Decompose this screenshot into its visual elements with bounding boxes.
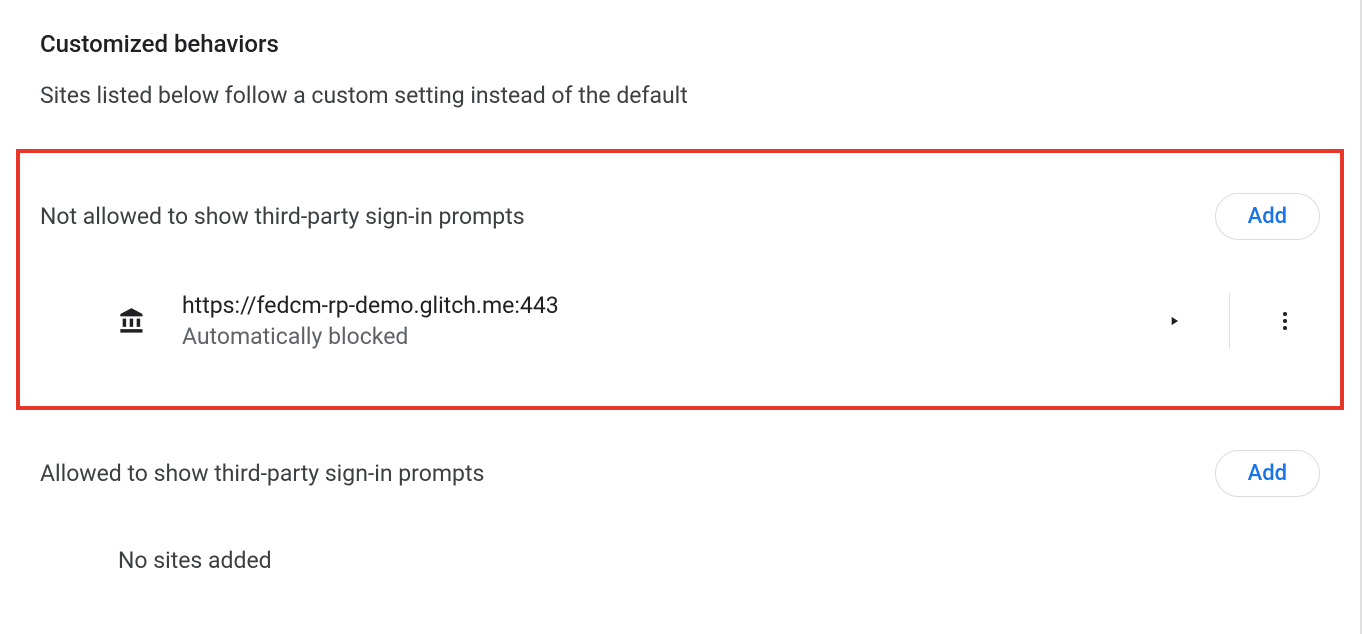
section-heading: Customized behaviors bbox=[40, 30, 1320, 58]
not-allowed-title: Not allowed to show third-party sign-in … bbox=[40, 203, 525, 230]
site-url: https://fedcm-rp-demo.glitch.me:443 bbox=[182, 292, 1139, 319]
site-row: https://fedcm-rp-demo.glitch.me:443 Auto… bbox=[40, 258, 1320, 356]
allowed-section: Allowed to show third-party sign-in prom… bbox=[40, 430, 1320, 574]
empty-message: No sites added bbox=[40, 547, 1320, 574]
not-allowed-section: Not allowed to show third-party sign-in … bbox=[16, 149, 1344, 410]
bank-icon bbox=[116, 305, 148, 337]
add-not-allowed-button[interactable]: Add bbox=[1215, 193, 1320, 240]
more-actions-button[interactable] bbox=[1250, 286, 1320, 356]
section-description: Sites listed below follow a custom setti… bbox=[40, 82, 1320, 109]
add-allowed-button[interactable]: Add bbox=[1215, 450, 1320, 497]
site-status: Automatically blocked bbox=[182, 323, 1139, 350]
divider bbox=[1229, 293, 1230, 349]
allowed-title: Allowed to show third-party sign-in prom… bbox=[40, 460, 484, 487]
expand-arrow-button[interactable] bbox=[1139, 286, 1209, 356]
